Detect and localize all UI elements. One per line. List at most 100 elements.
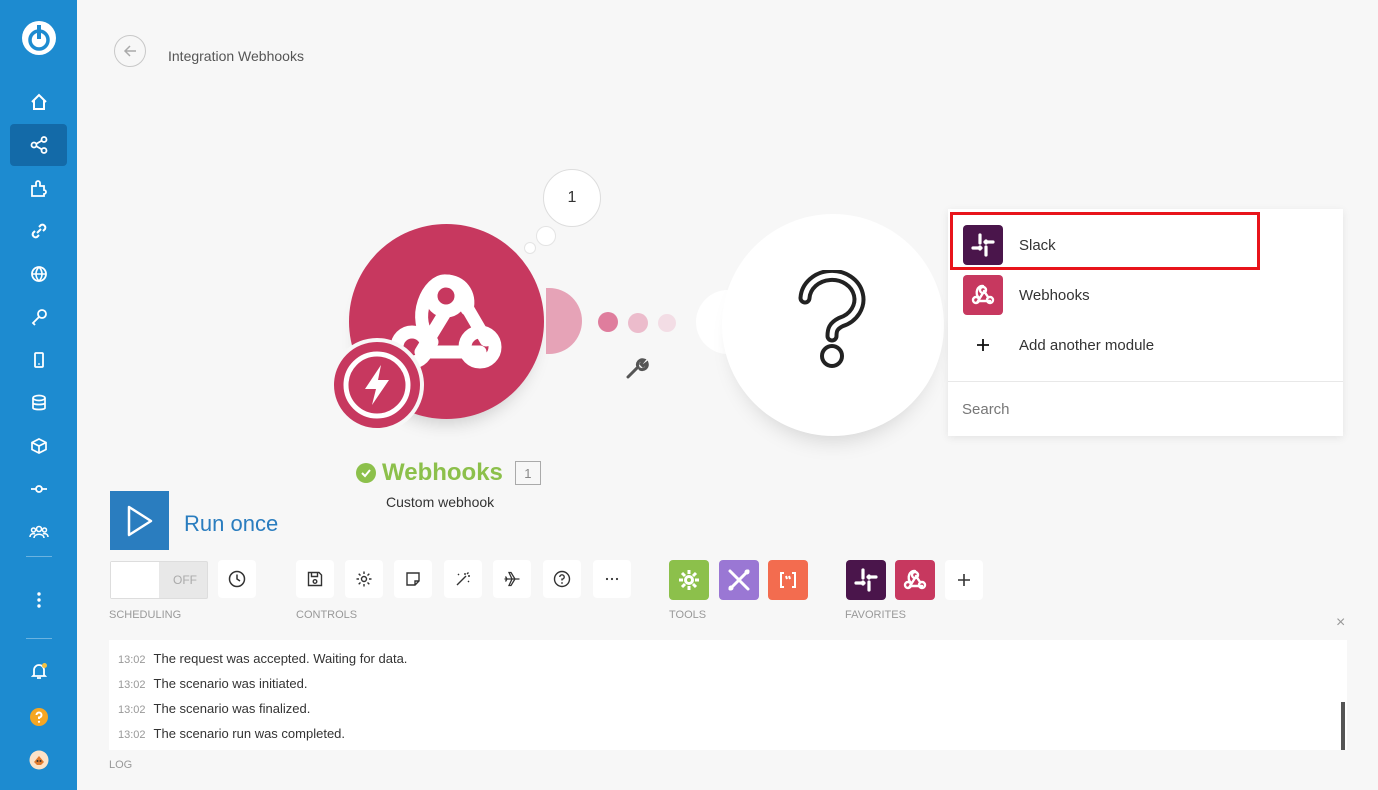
make-logo-icon[interactable] [20,19,58,57]
add-favorite-button[interactable] [945,560,983,600]
scheduling-toggle[interactable]: OFF [110,561,208,599]
module-number-badge: 1 [514,461,541,485]
module-connector[interactable] [546,288,582,354]
module-title[interactable]: Webhooks [382,459,503,487]
log-entry: 13:02 The scenario was finalized. [118,701,310,716]
sidebar-item-data-stores[interactable] [10,382,67,424]
tools-tool[interactable] [719,560,759,600]
note-icon [406,572,420,586]
sidebar-item-keys[interactable] [10,296,67,338]
sidebar [0,0,77,790]
globe-icon [30,266,47,283]
toggle-state-label: OFF [173,573,197,587]
arrow-left-icon [123,45,136,57]
sidebar-item-profile[interactable] [10,739,67,781]
gear-icon [679,570,699,590]
commit-icon [30,485,47,493]
sidebar-item-scenarios[interactable] [10,124,67,166]
check-circle-icon [356,463,376,483]
dropdown-item-webhooks[interactable]: Webhooks [948,270,1343,320]
sidebar-item-devices[interactable] [10,339,67,381]
text-parser-tool[interactable] [768,560,808,600]
module-title-group: Webhooks 1 [356,459,541,487]
explain-flow-button[interactable] [493,560,531,598]
webhooks-icon [903,569,927,590]
log-time: 13:02 [118,729,146,741]
favorite-slack[interactable] [846,560,886,600]
sidebar-item-home[interactable] [10,81,67,123]
magic-wand-icon [456,572,470,586]
run-once-button[interactable] [110,491,169,550]
flow-control-tool[interactable] [669,560,709,600]
module-search-input[interactable] [962,395,1322,423]
sidebar-item-notifications[interactable] [10,650,67,692]
phone-icon [33,352,44,368]
wrench-icon[interactable] [624,355,650,381]
module-subtitle: Custom webhook [386,494,495,510]
sidebar-item-help[interactable] [10,696,67,738]
notes-button[interactable] [394,560,432,598]
log-time: 13:02 [118,679,146,691]
link-icon [31,223,46,239]
dropdown-item-add-module[interactable]: Add another module [948,320,1343,370]
favorite-webhooks[interactable] [895,560,935,600]
webhooks-icon [963,275,1003,315]
puzzle-icon [30,180,47,197]
operations-count-bubble: 1 [543,169,601,227]
bell-icon [30,663,47,679]
log-time: 13:02 [118,704,146,716]
section-label-tools: TOOLS [669,609,707,621]
sidebar-divider [26,638,52,639]
log-entry: 13:02 The scenario was initiated. [118,676,307,691]
schedule-settings-button[interactable] [218,560,256,598]
brackets-icon [780,572,796,588]
log-text: The scenario was initiated. [153,676,308,691]
more-vertical-icon [36,592,41,608]
module-picker-dropdown: Slack Webhooks Add another module [948,209,1343,436]
log-scrollbar[interactable] [1341,702,1345,750]
dropdown-item-label: Webhooks [1019,286,1090,304]
help-icon [29,708,48,726]
key-icon [31,309,47,326]
log-text: The scenario run was completed. [153,726,346,741]
save-icon [307,571,323,587]
page-title: Integration Webhooks [168,48,304,64]
run-once-label[interactable]: Run once [184,511,278,537]
section-label-controls: CONTROLS [296,609,358,621]
sidebar-item-more[interactable] [10,579,67,621]
dropdown-item-label: Add another module [1019,336,1155,354]
save-button[interactable] [296,560,334,598]
share-icon [30,136,47,154]
log-entry: 13:02 The scenario run was completed. [118,726,345,741]
question-circle-icon [553,570,571,588]
sidebar-item-custom-apps[interactable] [10,468,67,510]
connection-dot [598,312,618,332]
tools-icon [728,569,750,591]
home-icon [30,93,47,110]
sidebar-item-webhooks[interactable] [10,253,67,295]
sidebar-item-team[interactable] [10,511,67,553]
scenario-settings-button[interactable] [345,560,383,598]
log-time: 13:02 [118,654,146,666]
section-label-scheduling: SCHEDULING [109,609,182,621]
database-icon [31,394,46,411]
log-text: The request was accepted. Waiting for da… [153,651,408,666]
slack-icon [854,568,878,592]
sidebar-item-connections[interactable] [10,210,67,252]
play-icon [127,505,152,536]
airplane-icon [504,571,520,587]
help-button[interactable] [543,560,581,598]
gear-icon [356,571,372,587]
toggle-knob [111,562,159,598]
more-options-button[interactable] [593,560,631,598]
avatar [29,750,48,770]
plus-icon [963,325,1003,365]
auto-align-button[interactable] [444,560,482,598]
back-button[interactable] [114,35,146,67]
sidebar-item-templates[interactable] [10,167,67,209]
lightning-icon [343,351,411,419]
log-entry: 13:02 The request was accepted. Waiting f… [118,651,407,666]
selection-highlight [950,212,1260,270]
close-log-icon[interactable]: × [1336,614,1345,632]
sidebar-item-data-structures[interactable] [10,425,67,467]
